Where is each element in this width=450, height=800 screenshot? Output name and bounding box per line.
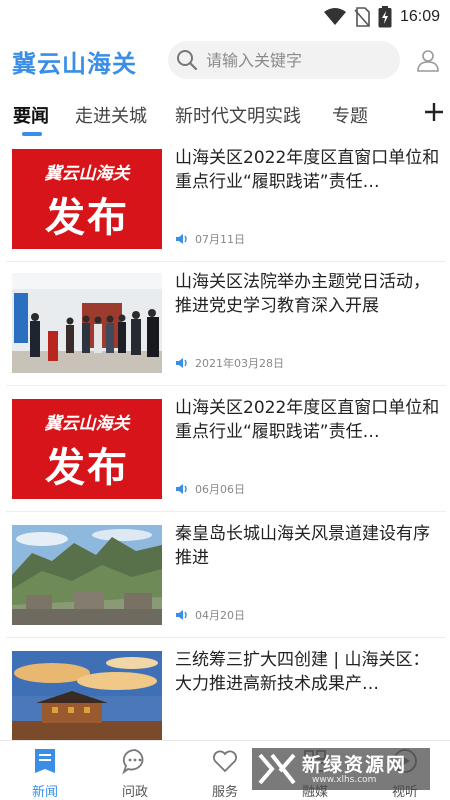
watermark-logo-icon [258,753,296,785]
app-title: 冀云山海关 [12,50,137,78]
nav-label: 问政 [121,785,148,800]
news-meta: 04月20日 [175,607,245,623]
search-input[interactable] [206,41,392,79]
thumbnail-brand-text: 冀云山海关 [44,164,130,184]
news-thumbnail: 冀云山海关 发布 [12,149,162,249]
news-thumbnail-great-wall-photo [12,525,162,625]
nav-label: 新闻 [31,785,58,800]
news-meta: 06月06日 [175,481,245,497]
category-tabs: 要闻 走进关城 新时代文明实践 专题 [0,94,450,138]
news-item[interactable]: 山海关区法院举办主题党日活动，推进党史学习教育深入开展 2021年03月28日 [0,262,450,386]
divider [6,511,446,512]
news-title: 秦皇岛长城山海关风景道建设有序推进 [175,524,430,568]
tab-news[interactable]: 要闻 [13,102,49,128]
chat-icon [122,749,144,775]
news-meta: 2021年03月28日 [175,355,284,371]
news-title: 山海关区2022年度区直窗口单位和重点行业“履职践诺”责任… [175,398,440,442]
tab-enter-city[interactable]: 走进关城 [75,102,147,128]
watermark-url: www.xlhs.com [312,775,377,785]
nav-news[interactable]: 新闻 [0,741,90,800]
audio-icon[interactable] [175,483,189,495]
search-icon [177,50,198,71]
nav-inquiry[interactable]: 问政 [90,741,180,800]
news-date: 07月11日 [195,233,245,246]
news-icon [35,749,55,773]
audio-icon[interactable] [175,609,189,621]
audio-icon[interactable] [175,357,189,369]
news-item[interactable]: 秦皇岛长城山海关风景道建设有序推进 04月20日 [0,514,450,638]
watermark-name: 新绿资源网 [302,754,408,776]
wifi-icon [323,8,346,25]
news-date: 04月20日 [195,609,245,622]
thumbnail-release-text: 发布 [45,194,129,241]
divider [6,385,446,386]
news-title: 山海关区法院举办主题党日活动，推进党史学习教育深入开展 [175,272,430,316]
audio-icon[interactable] [175,233,189,245]
status-bar: 16:09 [0,0,450,32]
heart-icon [213,750,237,773]
active-tab-indicator [22,132,42,136]
add-tab-button[interactable] [422,100,446,124]
status-time: 16:09 [399,8,440,25]
thumbnail-brand-text: 冀云山海关 [44,414,130,434]
app-header: 冀云山海关 [0,36,450,86]
news-title: 山海关区2022年度区直窗口单位和重点行业“履职践诺”责任… [175,148,440,192]
news-thumbnail: 冀云山海关 发布 [12,399,162,499]
thumbnail-release-text: 发布 [45,444,129,491]
news-thumbnail-city-gate-photo [12,651,162,740]
battery-charging-icon [378,6,392,28]
search-box[interactable] [168,41,400,79]
watermark: 新绿资源网 www.xlhs.com [252,748,430,790]
divider [6,637,446,638]
news-item[interactable]: 冀云山海关 发布 山海关区2022年度区直窗口单位和重点行业“履职践诺”责任… … [0,138,450,262]
no-sim-icon [354,7,370,27]
tab-special-topics[interactable]: 专题 [332,102,368,128]
news-title: 三统筹三扩大四创建 | 山海关区：大力推进高新技术成果产… [175,650,430,694]
news-date: 06月06日 [195,483,245,496]
news-item[interactable]: 三统筹三扩大四创建 | 山海关区：大力推进高新技术成果产… [0,640,450,740]
news-date: 2021年03月28日 [195,357,284,370]
news-list: 冀云山海关 发布 山海关区2022年度区直窗口单位和重点行业“履职践诺”责任… … [0,138,450,740]
news-item[interactable]: 冀云山海关 发布 山海关区2022年度区直窗口单位和重点行业“履职践诺”责任… … [0,388,450,512]
news-meta: 07月11日 [175,231,245,247]
news-thumbnail-meeting-photo [12,273,162,373]
user-icon[interactable] [416,48,440,72]
tab-civilization-practice[interactable]: 新时代文明实践 [175,102,301,128]
